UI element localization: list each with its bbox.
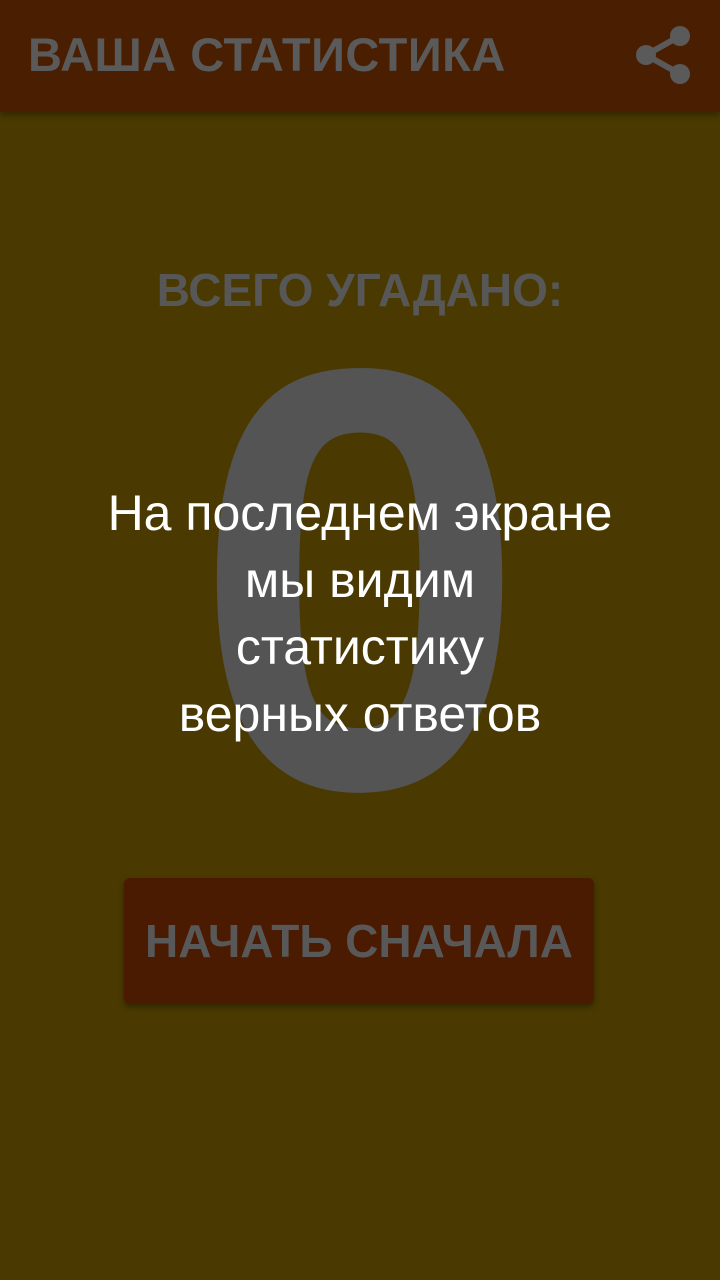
restart-button[interactable]: НАЧАТЬ СНАЧАЛА <box>124 878 594 1004</box>
share-icon <box>636 26 690 84</box>
overlay-line: статистику <box>235 619 485 675</box>
tutorial-overlay-text: На последнем экране мы видим статистику … <box>0 480 720 748</box>
overlay-line: На последнем экране <box>107 485 613 541</box>
share-button[interactable] <box>628 20 698 90</box>
stats-screen: ВАША СТАТИСТИКА ВСЕГО УГАДАНО: 0 НАЧАТЬ … <box>0 0 720 1280</box>
app-bar: ВАША СТАТИСТИКА <box>0 0 720 112</box>
overlay-line: верных ответов <box>178 686 542 742</box>
restart-button-label: НАЧАТЬ СНАЧАЛА <box>145 915 573 967</box>
page-title: ВАША СТАТИСТИКА <box>28 28 506 81</box>
overlay-line: мы видим <box>244 552 476 608</box>
